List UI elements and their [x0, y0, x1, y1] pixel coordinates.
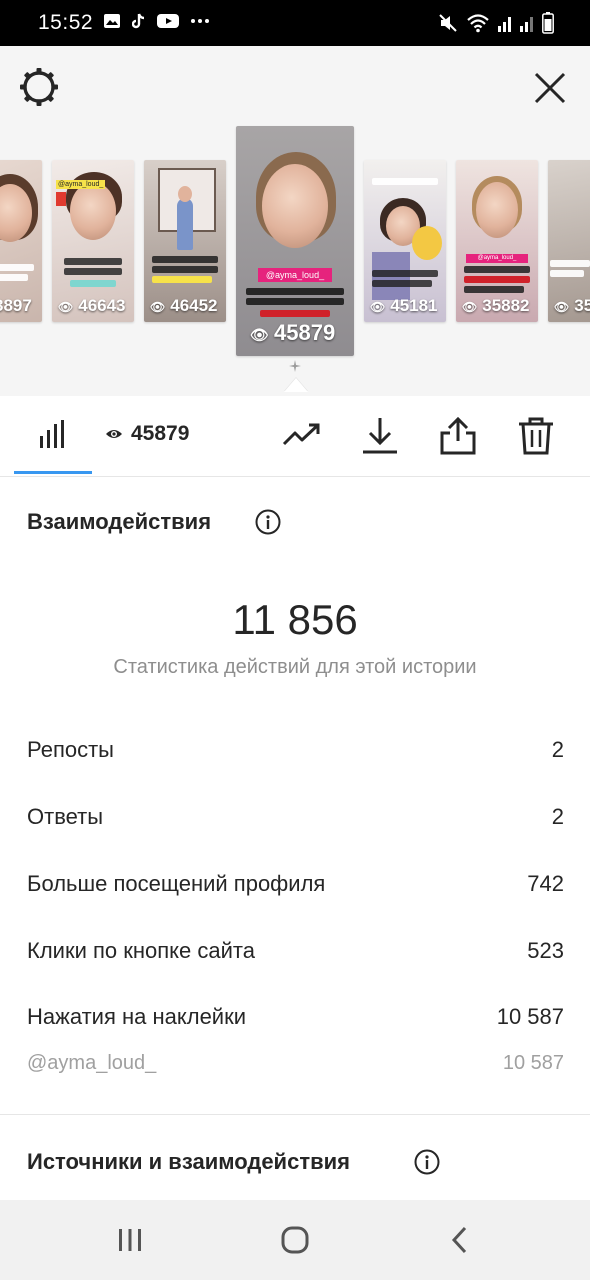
signal-icon: [520, 17, 533, 32]
sticker-label: @ayma_loud_: [56, 180, 106, 189]
story-views: 👁 46643: [58, 296, 126, 315]
scrubber-icon: [289, 360, 301, 372]
wifi-icon: [467, 14, 489, 33]
back-icon[interactable]: [442, 1222, 478, 1258]
story-thumbnail[interactable]: @ayma_loud_ 👁 46643: [52, 160, 134, 322]
system-nav-bar: [0, 1200, 590, 1280]
story-views-count: 45879: [105, 422, 189, 446]
metric-value: 523: [527, 938, 564, 963]
interactions-caption: Статистика действий для этой истории: [113, 656, 477, 678]
section-divider: [0, 1114, 590, 1115]
status-bar: 15:52: [0, 0, 590, 46]
metric-label: @ayma_loud_: [27, 1052, 157, 1074]
story-views: 3897: [0, 296, 32, 315]
trend-icon[interactable]: [282, 416, 322, 456]
story-views: 👁 45879: [250, 320, 336, 345]
metric-value: 742: [527, 871, 564, 896]
views-number: 45879: [131, 422, 190, 445]
story-thumbnail[interactable]: 3897: [0, 160, 42, 322]
interactions-total: 11 856: [232, 596, 358, 643]
youtube-icon: [157, 14, 179, 28]
story-thumbnail[interactable]: 👁 45181: [364, 160, 446, 322]
home-icon[interactable]: [277, 1222, 313, 1258]
info-icon[interactable]: [255, 509, 281, 535]
metric-value: 10 587: [496, 1004, 564, 1029]
metric-value: 10 587: [502, 1052, 564, 1074]
sources-title: Источники и взаимодействия: [27, 1149, 350, 1174]
story-thumbnail-selected[interactable]: @ayma_loud_ 👁 45879: [236, 126, 354, 356]
story-carousel-area: 3897 @ayma_loud_ 👁46643 👁46452 @ayma_lou…: [0, 46, 590, 396]
mute-icon: [439, 14, 457, 32]
story-views: 👁 35882: [462, 296, 530, 315]
metric-row-reposts: Репосты 2: [27, 737, 564, 771]
story-toolbar: 45879: [0, 396, 590, 477]
share-icon[interactable]: [438, 416, 478, 456]
metric-row-replies: Ответы 2: [27, 804, 564, 838]
metric-label: Репосты: [27, 737, 114, 762]
more-dots-icon: [191, 19, 209, 23]
story-views: 👁 45181: [370, 296, 438, 315]
sticker-label: @ayma_loud_: [258, 268, 332, 282]
recents-icon[interactable]: [112, 1222, 148, 1258]
battery-icon: [542, 12, 554, 34]
sticker-label: @ayma_loud_: [466, 254, 528, 263]
interactions-title: Взаимодействия: [27, 509, 212, 534]
status-time: 15:52: [38, 11, 94, 34]
selected-pointer: [284, 378, 308, 392]
download-icon[interactable]: [360, 416, 400, 456]
info-icon[interactable]: [414, 1149, 440, 1175]
tiktok-icon: [132, 13, 145, 29]
metric-row-sticker-taps: Нажатия на наклейки 10 587: [27, 1004, 564, 1038]
story-thumbnail[interactable]: 👁 46452: [144, 160, 226, 322]
close-icon[interactable]: [530, 68, 570, 108]
metric-label: Больше посещений профиля: [27, 871, 326, 896]
metric-value: 2: [551, 804, 564, 829]
metric-value: 2: [551, 737, 564, 762]
image-icon: [104, 14, 120, 28]
story-thumbnail[interactable]: @ayma_loud_ 👁 35882: [456, 160, 538, 322]
metric-row-profile-visits: Больше посещений профиля 742: [27, 871, 564, 905]
trash-icon[interactable]: [516, 416, 556, 456]
metric-label: Ответы: [27, 804, 104, 829]
signal-icon: [498, 17, 511, 32]
story-thumbnail[interactable]: 👁 35: [548, 160, 590, 322]
active-tab-indicator: [14, 471, 92, 474]
metric-row-sticker-mention: @ayma_loud_ 10 587: [27, 1052, 564, 1086]
stats-icon[interactable]: [38, 420, 68, 450]
metric-label: Клики по кнопке сайта: [27, 938, 255, 963]
story-views: 👁 35: [554, 296, 590, 315]
gear-icon[interactable]: [18, 66, 60, 108]
eye-icon: [106, 430, 122, 438]
story-views: 👁 46452: [150, 296, 218, 315]
metric-row-website-clicks: Клики по кнопке сайта 523: [27, 938, 564, 972]
metric-label: Нажатия на наклейки: [27, 1004, 247, 1029]
